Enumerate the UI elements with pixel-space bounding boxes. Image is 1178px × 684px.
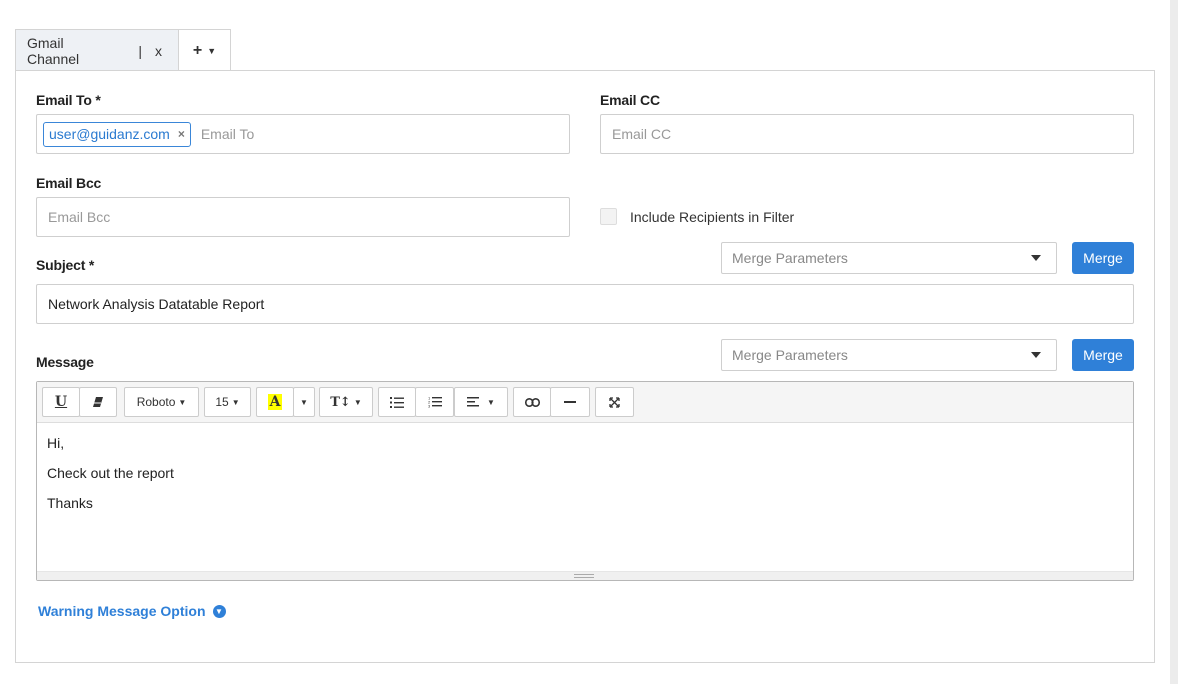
font-family-dropdown[interactable]: Roboto ▼ bbox=[124, 387, 199, 417]
message-label: Message bbox=[36, 354, 94, 370]
subject-merge-parameters-select[interactable]: Merge Parameters bbox=[721, 242, 1057, 274]
include-recipients-label: Include Recipients in Filter bbox=[630, 208, 795, 225]
text-height-dropdown[interactable]: T↕ ▼ bbox=[319, 387, 373, 417]
channel-tabs: Gmail Channel | x + ▼ bbox=[15, 29, 231, 71]
chip-label: user@guidanz.com bbox=[49, 126, 170, 142]
email-to-placeholder: Email To bbox=[200, 126, 255, 142]
clear-format-button[interactable] bbox=[79, 387, 117, 417]
font-family-value: Roboto bbox=[136, 395, 176, 409]
message-merge-parameters-select[interactable]: Merge Parameters bbox=[721, 339, 1057, 371]
unordered-list-button[interactable] bbox=[378, 387, 416, 417]
eraser-icon bbox=[93, 397, 103, 407]
message-line: Thanks bbox=[47, 495, 93, 511]
highlight-icon: A bbox=[267, 394, 283, 410]
warning-message-option-label: Warning Message Option bbox=[38, 603, 206, 619]
fullscreen-button[interactable] bbox=[595, 387, 634, 417]
email-cc-field[interactable]: Email CC bbox=[600, 114, 1134, 154]
email-cc-label: Email CC bbox=[600, 92, 660, 108]
svg-text:3: 3 bbox=[428, 404, 431, 409]
editor-content[interactable]: Hi, Check out the report Thanks bbox=[37, 423, 1133, 537]
chip-remove-icon[interactable]: × bbox=[178, 127, 185, 141]
link-button[interactable] bbox=[513, 387, 551, 417]
editor-toolbar: U Roboto ▼ 15 ▼ A ▼ T↕ ▼ 1 2 3 ▼ bbox=[37, 382, 1133, 423]
message-merge-button[interactable]: Merge bbox=[1072, 339, 1134, 371]
font-size-value: 15 bbox=[215, 395, 229, 409]
warning-message-option-toggle[interactable]: Warning Message Option ▼ bbox=[38, 603, 226, 619]
align-icon bbox=[467, 397, 480, 407]
text-height-icon: T↕ bbox=[330, 394, 351, 410]
subject-value: Network Analysis Datatable Report bbox=[48, 296, 265, 312]
merge-parameters-placeholder: Merge Parameters bbox=[732, 250, 848, 266]
email-cc-placeholder: Email CC bbox=[612, 126, 672, 142]
highlight-color-dropdown[interactable]: ▼ bbox=[293, 387, 315, 417]
subject-field[interactable]: Network Analysis Datatable Report bbox=[36, 284, 1134, 324]
caret-down-icon: ▼ bbox=[487, 397, 495, 407]
ordered-list-icon: 1 2 3 bbox=[428, 396, 442, 408]
dropdown-arrow-icon bbox=[1031, 352, 1041, 358]
chevron-down-circle-icon: ▼ bbox=[212, 604, 226, 618]
tab-label: Gmail Channel bbox=[27, 34, 80, 67]
caret-down-icon: ▼ bbox=[178, 397, 187, 407]
horizontal-rule-button[interactable] bbox=[550, 387, 590, 417]
message-line: Hi, bbox=[47, 435, 65, 451]
paragraph-align-dropdown[interactable]: ▼ bbox=[454, 387, 508, 417]
underline-icon: U bbox=[54, 394, 68, 410]
unordered-list-icon bbox=[390, 396, 404, 408]
underline-button[interactable]: U bbox=[42, 387, 80, 417]
email-bcc-placeholder: Email Bcc bbox=[48, 209, 111, 225]
message-line: Check out the report bbox=[47, 465, 174, 481]
email-bcc-field[interactable]: Email Bcc bbox=[36, 197, 570, 237]
caret-down-icon: ▼ bbox=[353, 397, 362, 407]
email-to-field[interactable]: user@guidanz.com × Email To bbox=[36, 114, 570, 154]
plus-icon: + bbox=[192, 41, 203, 59]
editor-resize-handle[interactable] bbox=[37, 571, 1133, 580]
subject-merge-button[interactable]: Merge bbox=[1072, 242, 1134, 274]
include-recipients-checkbox[interactable] bbox=[600, 208, 617, 225]
message-editor: U Roboto ▼ 15 ▼ A ▼ T↕ ▼ 1 2 3 ▼ Hi, Che… bbox=[36, 381, 1134, 581]
ordered-list-button[interactable]: 1 2 3 bbox=[415, 387, 454, 417]
caret-down-icon: ▼ bbox=[207, 45, 217, 56]
page-scrollbar[interactable] bbox=[1170, 0, 1178, 684]
email-bcc-label: Email Bcc bbox=[36, 175, 102, 191]
email-to-label: Email To * bbox=[36, 92, 101, 108]
font-size-dropdown[interactable]: 15 ▼ bbox=[204, 387, 251, 417]
caret-down-icon: ▼ bbox=[300, 397, 308, 407]
highlight-color-button[interactable]: A bbox=[256, 387, 294, 417]
link-icon bbox=[524, 397, 540, 407]
include-recipients-row: Include Recipients in Filter bbox=[600, 208, 794, 225]
add-tab-button[interactable]: + ▼ bbox=[179, 29, 231, 71]
caret-down-icon: ▼ bbox=[231, 397, 240, 407]
dropdown-arrow-icon bbox=[1031, 255, 1041, 261]
grip-icon bbox=[574, 574, 594, 578]
horizontal-rule-icon bbox=[564, 401, 576, 403]
tab-close-button[interactable]: x bbox=[155, 43, 162, 59]
recipient-chip[interactable]: user@guidanz.com × bbox=[43, 121, 191, 147]
subject-label: Subject * bbox=[36, 257, 95, 273]
tab-separator: | bbox=[138, 42, 142, 59]
merge-parameters-placeholder: Merge Parameters bbox=[732, 347, 848, 363]
fullscreen-icon bbox=[609, 396, 620, 408]
tab-gmail-channel[interactable]: Gmail Channel | x bbox=[15, 29, 179, 71]
